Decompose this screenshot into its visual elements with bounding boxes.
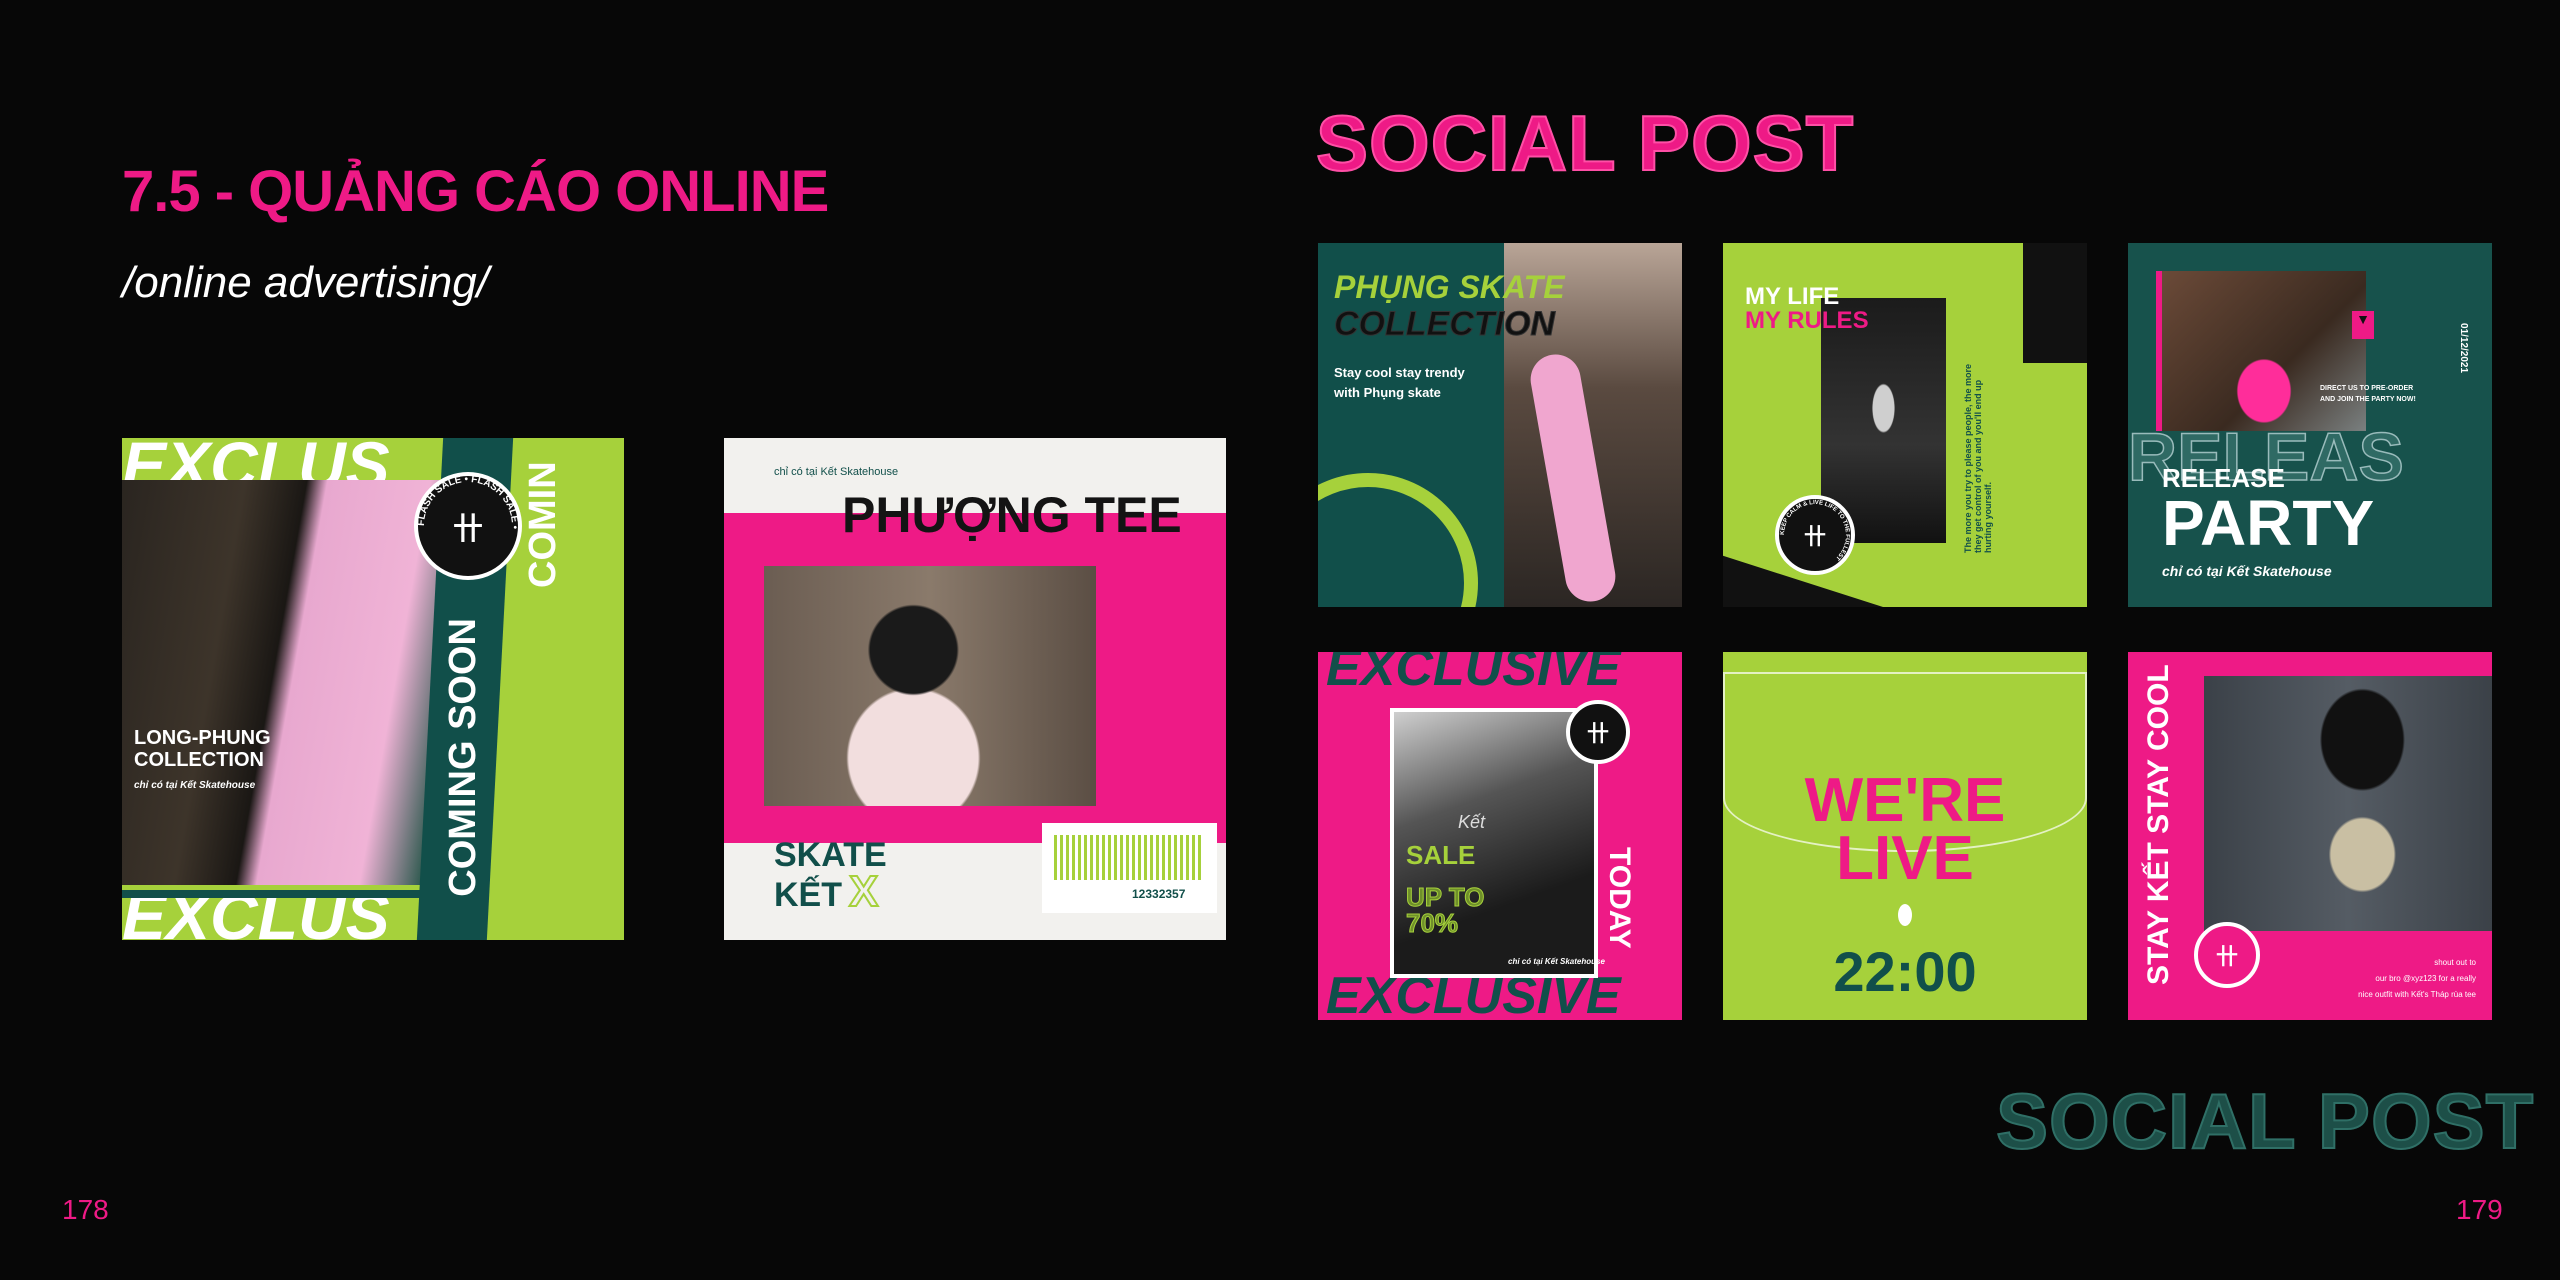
shoutout-1: shout out to <box>2434 958 2476 967</box>
live-line-1: WE'RE <box>1804 766 2006 835</box>
badge-ring: FLASH SALE • FLASH SALE • <box>416 474 520 530</box>
barcode-icon <box>1054 835 1204 880</box>
stay-cool-label: STAY KẾT STAY COOL <box>2142 664 2175 985</box>
model-photo <box>2204 676 2492 931</box>
live-line-2: LIVE <box>1836 824 1974 893</box>
skateboard-photo <box>122 480 462 885</box>
torn-edge <box>2023 243 2087 363</box>
line-2: MY RULES <box>1745 307 1869 334</box>
sale-label: SALE <box>1406 840 1476 870</box>
badge-ring: KEEP CALM & LIVE LIFE TO THE FULLEST <box>1780 500 1850 561</box>
model-photo <box>764 566 1096 806</box>
model-photo <box>2156 271 2366 431</box>
title-2: COLLECTION <box>1334 305 1556 343</box>
shoutout-3: nice outfit with Kết's Tháp rùa tee <box>2358 990 2476 999</box>
product-title: PHƯỢNG TEE <box>842 487 1182 543</box>
collection-title-1: LONG-PHUNG <box>134 727 271 749</box>
brand-badge-icon: 卄 FLASH SALE • FLASH SALE • <box>414 472 522 580</box>
tagline: chỉ có tại Kết Skatehouse <box>1508 957 1605 966</box>
brand-badge-icon: 卄 <box>1566 700 1630 764</box>
today-label: TODAY <box>1603 847 1636 949</box>
chevron-down-icon: ▼ <box>2352 311 2374 339</box>
line-1: Stay cool stay trendy <box>1334 365 1465 380</box>
title-2: PARTY <box>2162 487 2375 559</box>
page-subtitle: /online advertising/ <box>122 258 489 307</box>
title-1: PHỤNG SKATE <box>1334 269 1565 305</box>
brand-badge-icon: 卄 KEEP CALM & LIVE LIFE TO THE FULLEST <box>1775 495 1855 575</box>
svg-text:KEEP CALM & LIVE LIFE TO THE F: KEEP CALM & LIVE LIFE TO THE FULLEST <box>1780 500 1850 561</box>
svg-text:FLASH SALE • FLASH SALE •: FLASH SALE • FLASH SALE • <box>416 474 520 530</box>
shoutout-2: our bro @xyz123 for a really <box>2375 974 2476 983</box>
barcode-number: 12332357 <box>1132 887 1186 901</box>
coming-soon-text: COMING SOON <box>442 618 484 897</box>
page-number-left: 178 <box>62 1194 109 1225</box>
tagline: chỉ có tại Kết Skatehouse <box>2162 563 2332 579</box>
collection-title-2: COLLECTION <box>134 749 264 771</box>
were-live-post: WE'RE LIVE 22:00 <box>1723 652 2087 1020</box>
barcode-box: 12332357 <box>1042 823 1217 913</box>
logo-watermark-icon <box>1318 473 1478 607</box>
divider <box>122 890 462 898</box>
longphung-post: EXCLUS EXCLUS COMING SOON COMIN 卄 FLASH … <box>122 438 624 940</box>
date: 01/12/2021 <box>2458 323 2469 374</box>
dot-icon <box>1898 904 1912 926</box>
exclusive-sale-post: EXCLUSIVE EXCLUSIVE Kết SALE UP TO 70% c… <box>1318 652 1682 1020</box>
social-post-heading: SOCIAL POST <box>1315 98 1855 188</box>
phung-skate-post: PHỤNG SKATE COLLECTION Stay cool stay tr… <box>1318 243 1682 607</box>
badge-text: FLASH SALE • FLASH SALE • <box>416 474 520 530</box>
brand-badge-icon: 卄 <box>2194 922 2260 988</box>
page-title: 7.5 - QUẢNG CÁO ONLINE <box>122 159 829 224</box>
bg-word: EXCLUSIVE <box>1326 652 1621 697</box>
line-1: MY LIFE <box>1745 283 1840 310</box>
line-2: with Phụng skate <box>1334 385 1441 400</box>
stay-cool-post: STAY KẾT STAY COOL 卄 shout out to our br… <box>2128 652 2492 1020</box>
percent-label: 70% <box>1405 908 1459 938</box>
shirt-print: Kết <box>1458 812 1486 832</box>
ket-label: KẾT <box>774 876 842 914</box>
up-to-label: UP TO <box>1406 882 1486 912</box>
badge-text: KEEP CALM & LIVE LIFE TO THE FULLEST <box>1780 500 1850 561</box>
preorder-note: DIRECT US TO PRE-ORDER AND JOIN THE PART… <box>2320 385 2416 404</box>
live-time: 22:00 <box>1833 940 1977 1003</box>
tagline: chỉ có tại Kết Skatehouse <box>134 780 256 791</box>
x-label: X <box>848 867 879 916</box>
quote: The more you try to please people, the m… <box>1963 363 1993 553</box>
phuong-tee-post: chỉ có tại Kết Skatehouse PHƯỢNG TEE 123… <box>724 438 1226 940</box>
release-party-post: RELEAS ▼ DIRECT US TO PRE-ORDER AND JOIN… <box>2128 243 2492 607</box>
social-post-footer: SOCIAL POST <box>1995 1076 2535 1166</box>
coming-text: COMIN <box>522 461 564 588</box>
page-number-right: 179 <box>2456 1194 2503 1225</box>
my-life-post: MY LIFE MY RULES The more you try to ple… <box>1723 243 2087 607</box>
tagline: chỉ có tại Kết Skatehouse <box>774 466 899 478</box>
